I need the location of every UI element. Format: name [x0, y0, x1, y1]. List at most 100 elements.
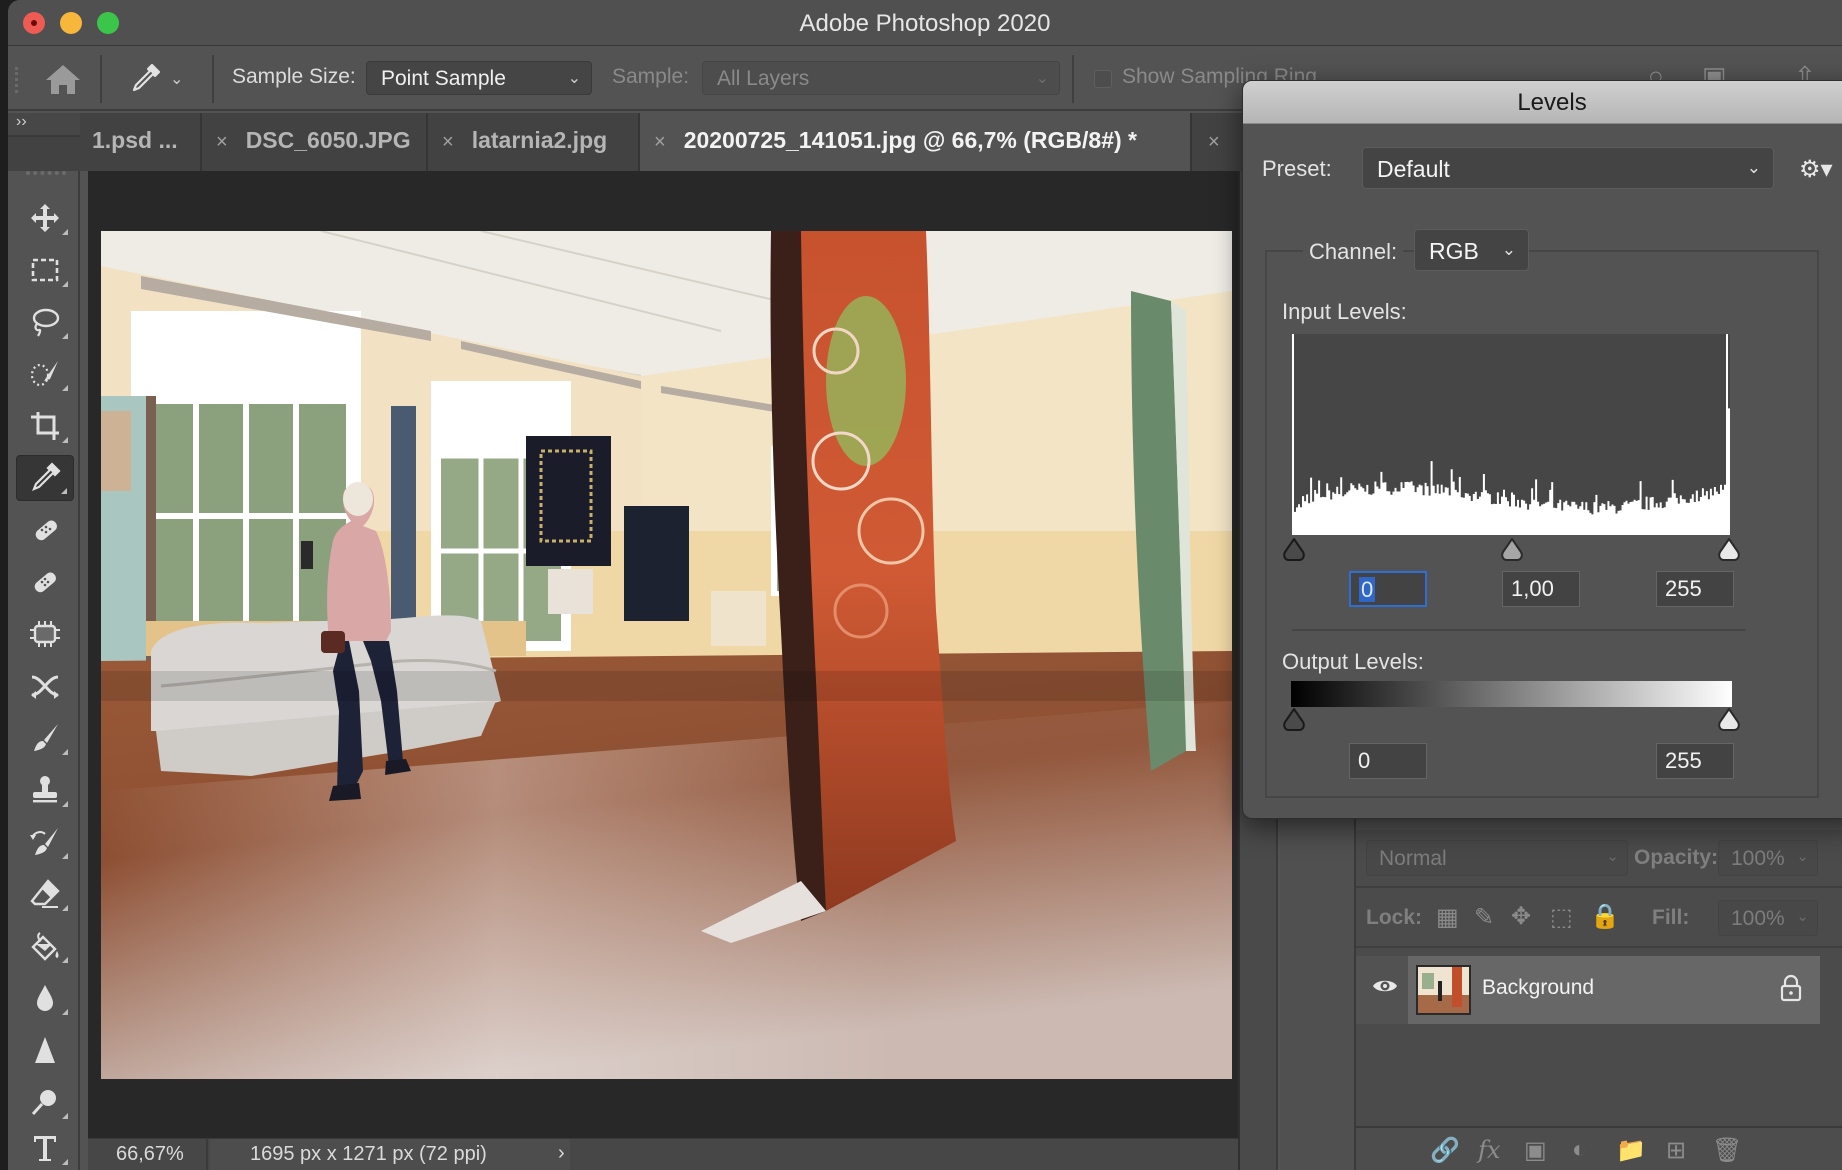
preset-dropdown[interactable]: Default ⌄ [1362, 147, 1774, 189]
tab-label: 1.psd ... [92, 127, 178, 153]
status-bar: 66,67% 1695 px x 1271 px (72 ppi) › [88, 1138, 1238, 1170]
delete-layer-icon[interactable]: 🗑 [1712, 1136, 1742, 1165]
brush-tool[interactable] [16, 715, 74, 761]
patch-icon [30, 621, 60, 647]
layer-thumbnail[interactable] [1416, 965, 1471, 1015]
output-black-value: 0 [1358, 748, 1371, 773]
blend-mode-dropdown[interactable]: Normal ⌄ [1366, 840, 1628, 876]
new-layer-icon[interactable]: ⊞ [1666, 1136, 1686, 1165]
paint-bucket-icon [31, 932, 59, 961]
paint-bucket-tool[interactable] [16, 923, 74, 969]
levels-title-bar[interactable]: Levels [1243, 81, 1842, 124]
dodge-tool[interactable] [16, 1079, 74, 1125]
layer-row[interactable]: Background [1356, 956, 1820, 1024]
home-button[interactable] [42, 61, 84, 97]
opacity-field[interactable]: 100% ⌄ [1718, 840, 1818, 876]
tab-close-icon[interactable]: × [216, 131, 228, 153]
lasso-tool[interactable] [16, 299, 74, 345]
type-tool[interactable] [16, 1125, 74, 1170]
lock-image-pixels-icon[interactable]: ✎ [1474, 903, 1494, 932]
input-black-field[interactable]: 0 [1349, 571, 1427, 607]
output-levels-label: Output Levels: [1282, 649, 1424, 674]
healing-brush-tool[interactable] [16, 559, 74, 605]
fill-field[interactable]: 100% ⌄ [1718, 900, 1818, 936]
eyedropper-tool[interactable] [16, 455, 74, 501]
eraser-tool[interactable] [16, 871, 74, 917]
rectangular-marquee-tool[interactable] [16, 247, 74, 293]
channel-dropdown[interactable]: RGB ⌄ [1414, 229, 1529, 271]
input-gamma-slider[interactable] [1501, 538, 1523, 562]
crop-icon [31, 412, 59, 440]
crop-tool[interactable] [16, 403, 74, 449]
document-info[interactable]: 1695 px x 1271 px (72 ppi) [210, 1139, 570, 1170]
collapse-toolbar-button[interactable]: ›› [8, 113, 80, 137]
tab-latarnia2[interactable]: × latarnia2.jpg [428, 113, 640, 171]
lock-artboard-icon[interactable]: ⬚ [1550, 903, 1573, 932]
fill-value: 100% [1731, 907, 1785, 930]
sample-size-dropdown[interactable]: Point Sample ⌄ [366, 61, 592, 95]
options-separator [212, 55, 214, 103]
content-aware-move-tool[interactable] [16, 663, 74, 709]
quick-selection-tool[interactable] [16, 351, 74, 397]
triangle-icon [35, 1037, 55, 1063]
move-icon [31, 204, 59, 232]
input-gamma-field[interactable]: 1,00 [1502, 571, 1580, 607]
home-icon [46, 65, 80, 94]
input-levels-label: Input Levels: [1282, 299, 1407, 324]
add-mask-icon[interactable]: ▣ [1524, 1136, 1547, 1165]
lock-transparent-pixels-icon[interactable]: ▦ [1436, 903, 1459, 932]
output-white-field[interactable]: 255 [1656, 743, 1734, 779]
layer-lock-icon[interactable] [1780, 974, 1802, 1007]
input-black-slider[interactable] [1283, 538, 1305, 562]
output-white-slider[interactable] [1718, 708, 1740, 732]
submenu-indicator [62, 957, 68, 963]
tab-1-psd[interactable]: 1.psd ... [82, 113, 202, 171]
spot-healing-brush-tool[interactable] [16, 507, 74, 553]
lasso-icon [32, 308, 60, 337]
opacity-label: Opacity: [1634, 846, 1719, 869]
submenu-indicator [62, 229, 68, 235]
document-image[interactable] [101, 231, 1232, 1079]
move-tool[interactable] [16, 195, 74, 241]
layer-name[interactable]: Background [1482, 976, 1594, 1000]
tab-close-icon[interactable]: × [654, 131, 666, 153]
content-aware-tool[interactable] [16, 611, 74, 657]
history-brush-tool[interactable] [16, 819, 74, 865]
tab-20200725-141051[interactable]: × 20200725_141051.jpg @ 66,7% (RGB/8#) * [640, 113, 1192, 171]
tab-close-icon[interactable]: × [442, 131, 454, 153]
status-menu-arrow[interactable]: › [558, 1142, 565, 1165]
brush-icon [34, 724, 58, 751]
sample-dropdown[interactable]: All Layers ⌄ [702, 61, 1060, 95]
gear-icon[interactable]: ⚙▾ [1799, 155, 1833, 184]
toolbar-grip[interactable] [26, 171, 66, 177]
lock-position-icon[interactable]: ✥ [1511, 902, 1531, 931]
input-gamma-value: 1,00 [1511, 576, 1554, 601]
chevron-down-icon: ⌄ [1796, 848, 1809, 865]
tab-dsc-6050[interactable]: × DSC_6050.JPG [202, 113, 428, 171]
link-layers-icon[interactable]: 🔗 [1430, 1136, 1460, 1165]
output-black-slider[interactable] [1283, 708, 1305, 732]
show-sampling-ring-checkbox[interactable] [1094, 70, 1112, 88]
document-canvas[interactable] [88, 171, 1238, 1138]
input-white-slider[interactable] [1718, 538, 1740, 562]
fx-icon[interactable]: fx [1478, 1136, 1500, 1164]
tab-label: 20200725_141051.jpg @ 66,7% (RGB/8#) * [683, 127, 1137, 153]
submenu-indicator [62, 1113, 68, 1119]
type-icon [34, 1136, 56, 1161]
tab-close-icon[interactable]: × [1208, 131, 1220, 153]
blur-tool[interactable] [16, 975, 74, 1021]
options-bar-grip[interactable] [15, 67, 18, 93]
options-separator [1072, 55, 1074, 103]
sample-value: All Layers [717, 67, 810, 90]
new-group-icon[interactable]: 📁 [1616, 1136, 1646, 1165]
lock-all-icon[interactable]: 🔒 [1590, 902, 1620, 931]
output-black-field[interactable]: 0 [1349, 743, 1427, 779]
submenu-indicator [62, 333, 68, 339]
eye-icon[interactable] [1372, 976, 1398, 1001]
tool-preset-picker[interactable]: ⌄ [128, 61, 202, 97]
zoom-level[interactable]: 66,67% [88, 1139, 208, 1170]
clone-stamp-tool[interactable] [16, 767, 74, 813]
sharpen-tool[interactable] [16, 1027, 74, 1073]
input-white-field[interactable]: 255 [1656, 571, 1734, 607]
adjustment-layer-icon[interactable]: ◐ [1572, 1136, 1587, 1164]
